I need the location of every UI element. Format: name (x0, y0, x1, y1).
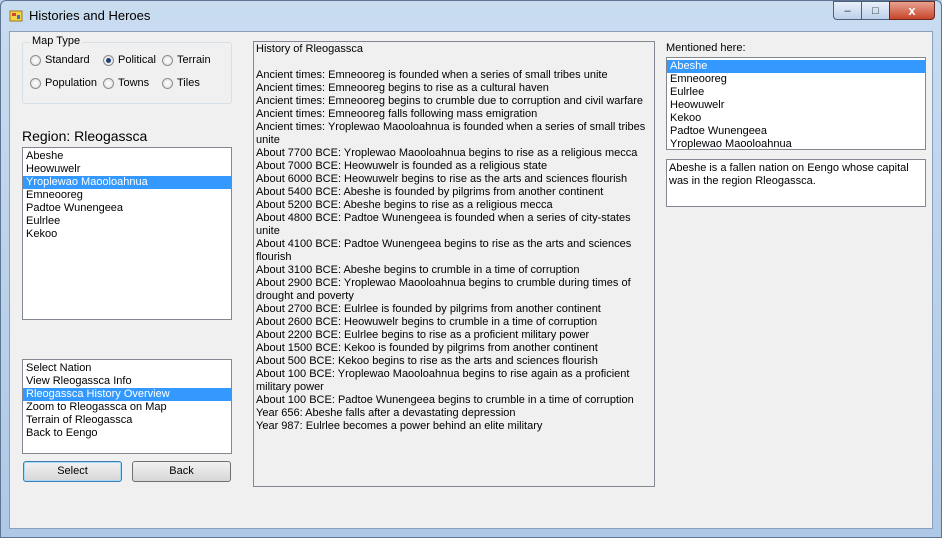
history-line: About 2700 BCE: Eulrlee is founded by pi… (256, 303, 601, 315)
history-line: About 2600 BCE: Heowuwelr begins to crum… (256, 316, 598, 328)
map-type-radio-3[interactable]: Population (30, 77, 97, 89)
history-line: About 5200 BCE: Abeshe begins to rise as… (256, 199, 553, 211)
map-type-radio-4[interactable]: Towns (103, 77, 149, 89)
mentioned-list-item[interactable]: Yroplewao Maooloahnua (667, 138, 925, 149)
history-line: About 100 BCE: Yroplewao Maooloahnua beg… (256, 368, 630, 393)
window-title: Histories and Heroes (29, 8, 151, 23)
history-line: Year 987: Eulrlee becomes a power behind… (256, 420, 543, 432)
back-button[interactable]: Back (132, 461, 231, 482)
action-list-item[interactable]: Rleogassca History Overview (23, 388, 231, 401)
nation-list-item[interactable]: Abeshe (23, 150, 231, 163)
map-type-radio-2[interactable]: Terrain (162, 54, 211, 66)
mentioned-list-item[interactable]: Abeshe (667, 60, 925, 73)
history-line: Ancient times: Emneooreg falls following… (256, 108, 538, 120)
mentioned-list-item[interactable]: Padtoe Wunengeea (667, 125, 925, 138)
nation-list[interactable]: Abeshe Heowuwelr Yroplewao Maooloahnua Emne… (22, 147, 232, 320)
nation-list-item[interactable]: Yroplewao Maooloahnua (23, 176, 231, 189)
select-button[interactable]: Select (23, 461, 122, 482)
action-list-item[interactable]: Terrain of Rleogassca (23, 414, 231, 427)
history-line: About 3100 BCE: Abeshe begins to crumble… (256, 264, 580, 276)
history-line: About 2900 BCE: Yroplewao Maooloahnua be… (256, 277, 631, 302)
history-line: Ancient times: Emneooreg is founded when… (256, 69, 608, 81)
app-window: Histories and Heroes – □ x Map Type Stan… (0, 0, 942, 538)
mentioned-list-item[interactable]: Emneooreg (667, 73, 925, 86)
history-spacer (256, 56, 652, 69)
action-list-item[interactable]: Zoom to Rleogassca on Map (23, 401, 231, 414)
action-list-item[interactable]: Back to Eengo (23, 427, 231, 440)
radio-indicator[interactable] (103, 77, 114, 89)
caption-buttons: – □ x (833, 1, 935, 21)
radio-indicator[interactable] (103, 54, 114, 66)
minimize-button[interactable]: – (833, 1, 861, 20)
history-line: About 7000 BCE: Heowuwelr is founded as … (256, 160, 548, 172)
history-line: About 7700 BCE: Yroplewao Maooloahnua be… (256, 147, 638, 159)
nation-list-item[interactable]: Heowuwelr (23, 163, 231, 176)
history-line: About 100 BCE: Padtoe Wunengeea begins t… (256, 394, 634, 406)
mentioned-list-item[interactable]: Kekoo (667, 112, 925, 125)
radio-label: Tiles (177, 77, 200, 89)
map-type-radio-0[interactable]: Standard (30, 54, 90, 66)
history-line: Ancient times: Yroplewao Maooloahnua is … (256, 121, 646, 146)
action-list-item[interactable]: View Rleogassca Info (23, 375, 231, 388)
action-list[interactable]: Select Nation View Rleogassca Info Rleogas… (22, 359, 232, 454)
radio-indicator[interactable] (162, 77, 173, 89)
region-label: Region: Rleogassca (22, 128, 148, 144)
history-line: About 5400 BCE: Abeshe is founded by pil… (256, 186, 604, 198)
maximize-button[interactable]: □ (861, 1, 889, 20)
radio-label: Terrain (177, 54, 211, 66)
history-line: About 500 BCE: Kekoo begins to rise as t… (256, 355, 598, 367)
history-line: Ancient times: Emneooreg begins to crumb… (256, 95, 644, 107)
history-line: Year 656: Abeshe falls after a devastati… (256, 407, 516, 419)
nation-list-item[interactable]: Emneooreg (23, 189, 231, 202)
history-line: About 1500 BCE: Kekoo is founded by pilg… (256, 342, 598, 354)
history-line: About 4100 BCE: Padtoe Wunengeea begins … (256, 238, 632, 263)
mentioned-label: Mentioned here: (666, 42, 746, 54)
radio-label: Towns (118, 77, 150, 89)
radio-label: Population (45, 77, 97, 89)
nation-description: Abeshe is a fallen nation on Eengo whose… (666, 159, 926, 207)
radio-indicator[interactable] (162, 54, 173, 66)
history-line: About 4800 BCE: Padtoe Wunengeea is foun… (256, 212, 631, 237)
close-button[interactable]: x (889, 1, 935, 20)
history-line: Ancient times: Emneooreg begins to rise … (256, 82, 549, 94)
history-text[interactable]: History of Rleogassca Ancient times: Emn… (253, 41, 655, 487)
radio-indicator[interactable] (30, 77, 41, 89)
history-line: About 6000 BCE: Heowuwelr begins to rise… (256, 173, 628, 185)
mentioned-list-item[interactable]: Heowuwelr (667, 99, 925, 112)
nation-list-item[interactable]: Padtoe Wunengeea (23, 202, 231, 215)
app-icon (9, 10, 23, 22)
history-title: History of Rleogassca (256, 43, 363, 55)
radio-label: Political (118, 54, 156, 66)
map-type-label: Map Type (30, 35, 83, 47)
nation-list-item[interactable]: Kekoo (23, 228, 231, 241)
client-area: Map Type Standard Political Terrain Populat… (9, 31, 933, 529)
map-type-radio-5[interactable]: Tiles (162, 77, 200, 89)
radio-indicator[interactable] (30, 54, 41, 66)
radio-label: Standard (45, 54, 90, 66)
map-type-group: Map Type (22, 35, 232, 104)
mentioned-list-item[interactable]: Eulrlee (667, 86, 925, 99)
history-line: About 2200 BCE: Eulrlee begins to rise a… (256, 329, 590, 341)
title-bar[interactable]: Histories and Heroes – □ x (1, 1, 941, 31)
action-list-item[interactable]: Select Nation (23, 362, 231, 375)
nation-list-item[interactable]: Eulrlee (23, 215, 231, 228)
mentioned-list[interactable]: Abeshe Emneooreg Eulrlee Heowuwelr Kekoo Padt… (666, 57, 926, 150)
map-type-radio-1[interactable]: Political (103, 54, 156, 66)
